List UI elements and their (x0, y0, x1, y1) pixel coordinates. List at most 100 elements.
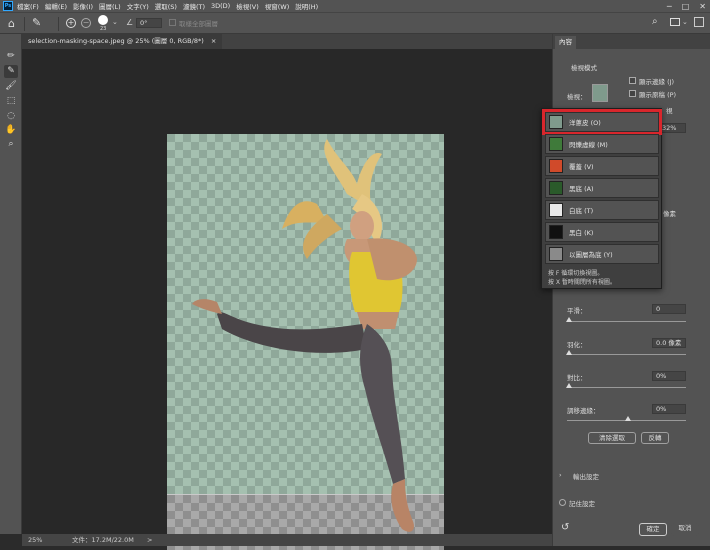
zoom-level[interactable]: 25% (28, 534, 42, 546)
menu-edit[interactable]: 編輯(E) (45, 1, 67, 11)
status-arrow-icon[interactable]: > (147, 534, 152, 546)
right-foot (391, 479, 414, 532)
view-option-on-layers[interactable]: 以圖層為底 (Y) (545, 244, 659, 264)
close-tab-icon[interactable]: × (211, 37, 216, 45)
on-white-thumbnail (549, 203, 563, 217)
workspace-icon[interactable] (670, 18, 680, 26)
on-black-thumbnail (549, 181, 563, 195)
smooth-slider[interactable] (567, 321, 686, 322)
invert-button[interactable]: 反轉 (641, 432, 669, 444)
menu-filter[interactable]: 濾鏡(T) (183, 1, 205, 11)
document-title: selection-masking-space.jpeg @ 25% (圖層 0… (28, 37, 204, 45)
chevron-down-icon[interactable]: ⌄ (112, 18, 118, 26)
cancel-button[interactable]: 取消 (671, 523, 699, 536)
view-thumbnail[interactable] (592, 84, 608, 102)
onion-skin-thumbnail (549, 115, 563, 129)
brush-size: 23 (100, 26, 107, 32)
divider (24, 17, 25, 31)
radius-unit: 像素 (663, 210, 676, 218)
share-icon[interactable] (694, 17, 704, 27)
waist (357, 312, 399, 329)
view-option-black-white[interactable]: 黑白 (K) (545, 222, 659, 242)
chevron-right-icon[interactable]: › (559, 471, 562, 479)
shift-edge-input[interactable]: 0% (652, 404, 686, 414)
options-bar: ⌂ ✎ + − 23 ⌄ ∠ 0° 取樣全部圖層 ⌕ ⌄ (0, 12, 710, 34)
menu-help[interactable]: 說明(H) (295, 1, 318, 11)
home-icon[interactable]: ⌂ (8, 17, 15, 30)
view-option-overlay[interactable]: 覆蓋 (V) (545, 156, 659, 176)
subtract-mode-icon[interactable]: − (81, 18, 91, 28)
overlay-thumbnail (549, 159, 563, 173)
view-option-marching-ants[interactable]: 閃爍虛線 (M) (545, 134, 659, 154)
panel-tab-properties[interactable]: 內容 (555, 36, 576, 49)
smooth-label: 平滑： (567, 307, 587, 315)
clear-selection-button[interactable]: 清除選取 (588, 432, 636, 444)
contrast-slider[interactable] (567, 387, 686, 388)
feather-slider-knob[interactable] (566, 350, 572, 355)
view-label: 檢視： (567, 93, 587, 101)
zoom-icon[interactable]: ⌕ (4, 138, 18, 151)
shift-edge-slider-knob[interactable] (625, 416, 631, 421)
show-original-checkbox[interactable] (629, 90, 636, 97)
maximize-button[interactable]: □ (682, 2, 690, 11)
document-tabs: selection-masking-space.jpeg @ 25% (圖層 0… (22, 34, 552, 49)
contrast-slider-knob[interactable] (566, 383, 572, 388)
menu-image[interactable]: 影像(I) (73, 1, 93, 11)
feather-slider[interactable] (567, 354, 686, 355)
view-hint-cycle: 按 F 循環切換視圖。 (548, 270, 604, 277)
status-bar: 25% 文件：17.2M/22.0M > (22, 534, 552, 546)
quick-selection-icon[interactable]: ✏ (4, 50, 18, 63)
photoshop-logo-icon[interactable]: Ps (3, 1, 13, 11)
hand-icon[interactable]: ✋ (4, 124, 18, 137)
show-original-label: 顯示原稿 (P) (639, 91, 677, 99)
view-hint-disable: 按 X 暫時關閉所有視圖。 (548, 279, 616, 286)
marching-ants-thumbnail (549, 137, 563, 151)
close-window-button[interactable]: ✕ (699, 2, 706, 11)
sample-all-checkbox[interactable] (169, 19, 176, 26)
remember-settings-checkbox[interactable] (559, 499, 566, 506)
window-controls: ─ □ ✕ (667, 0, 706, 12)
view-option-on-black[interactable]: 黑底 (A) (545, 178, 659, 198)
menu-3d[interactable]: 3D(D) (211, 2, 230, 10)
menu-file[interactable]: 檔案(F) (17, 1, 39, 11)
menu-window[interactable]: 視窗(W) (265, 1, 290, 11)
brush-icon[interactable]: 🖌 (4, 80, 18, 93)
search-icon[interactable]: ⌕ (652, 16, 658, 27)
brush-preview-icon[interactable] (98, 15, 108, 25)
view-mode-dropdown: 洋蔥皮 (O) 閃爍虛線 (M) 覆蓋 (V) 黑底 (A) 白底 (T) 黑白… (541, 108, 662, 289)
refine-brush-icon[interactable]: ✎ (32, 16, 41, 29)
menu-layer[interactable]: 圖層(L) (99, 1, 121, 11)
canvas-area[interactable] (22, 49, 552, 550)
menu-type[interactable]: 文字(Y) (127, 1, 149, 11)
object-selection-icon[interactable]: ⬚ (4, 95, 18, 108)
menu-select[interactable]: 選取(S) (155, 1, 177, 11)
smooth-input[interactable]: 0 (652, 304, 686, 314)
lasso-icon[interactable]: ◌ (4, 110, 18, 123)
dancer-figure (192, 139, 417, 532)
sample-all-label: 取樣全部圖層 (179, 20, 218, 28)
refine-edge-brush-icon[interactable]: ✎ (4, 65, 18, 78)
view-option-on-white[interactable]: 白底 (T) (545, 200, 659, 220)
minimize-button[interactable]: ─ (667, 2, 672, 11)
black-white-thumbnail (549, 225, 563, 239)
ok-button[interactable]: 確定 (639, 523, 667, 536)
add-mode-icon[interactable]: + (66, 18, 76, 28)
opacity-field[interactable]: 32% (658, 123, 686, 133)
angle-input[interactable]: 0° (136, 18, 162, 28)
reset-icon[interactable]: ↺ (561, 522, 569, 533)
smooth-slider-knob[interactable] (566, 317, 572, 322)
contrast-input[interactable]: 0% (652, 371, 686, 381)
leggings-back (217, 312, 367, 353)
view-mode-title: 檢視模式 (571, 64, 597, 72)
view-option-label: 閃爍虛線 (M) (569, 141, 608, 149)
feather-input[interactable]: 0.0 像素 (652, 338, 686, 348)
chevron-down-icon[interactable]: ⌄ (682, 18, 688, 26)
document-tab[interactable]: selection-masking-space.jpeg @ 25% (圖層 0… (22, 34, 223, 49)
menu-view[interactable]: 檢視(V) (236, 1, 259, 11)
output-settings-label[interactable]: 輸出設定 (573, 471, 599, 481)
document-image[interactable] (167, 134, 444, 550)
view-option-label: 以圖層為底 (Y) (569, 251, 613, 259)
show-edge-checkbox[interactable] (629, 77, 636, 84)
contrast-label: 對比： (567, 374, 587, 382)
view-option-onion-skin[interactable]: 洋蔥皮 (O) (542, 109, 662, 135)
